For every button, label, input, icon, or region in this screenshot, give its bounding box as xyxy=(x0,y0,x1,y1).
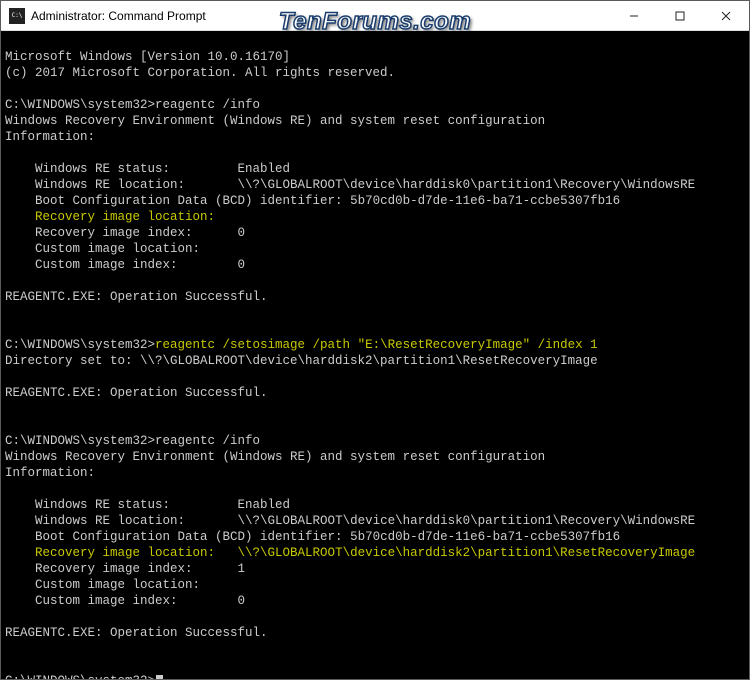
terminal-area[interactable]: Microsoft Windows [Version 10.0.16170] (… xyxy=(1,31,749,679)
label: Recovery image index: xyxy=(5,226,238,240)
value: 0 xyxy=(238,258,246,272)
label: Custom image index: xyxy=(5,258,238,272)
maximize-button[interactable] xyxy=(657,1,703,30)
blank xyxy=(5,402,13,416)
label: Windows RE location: xyxy=(5,178,238,192)
window-controls xyxy=(611,1,749,30)
current-prompt: C:\WINDOWS\system32> xyxy=(5,674,163,679)
re-status-row: Windows RE status: Enabled xyxy=(5,498,290,512)
command-text: reagentc /setosimage /path "E:\ResetReco… xyxy=(155,338,598,352)
blank xyxy=(5,370,13,384)
blank xyxy=(5,146,13,160)
info-label: Information: xyxy=(5,466,95,480)
bcd-row: Boot Configuration Data (BCD) identifier… xyxy=(5,530,620,544)
value: Enabled xyxy=(238,162,291,176)
maximize-icon xyxy=(675,11,685,21)
blank xyxy=(5,610,13,624)
bcd-row: Boot Configuration Data (BCD) identifier… xyxy=(5,194,620,208)
label: Windows RE status: xyxy=(5,498,238,512)
prompt: C:\WINDOWS\system32> xyxy=(5,434,155,448)
copyright-line: (c) 2017 Microsoft Corporation. All righ… xyxy=(5,66,395,80)
operation-result: REAGENTC.EXE: Operation Successful. xyxy=(5,626,268,640)
cmd-line-1: C:\WINDOWS\system32>reagentc /info xyxy=(5,98,260,112)
directory-set-line: Directory set to: \\?\GLOBALROOT\device\… xyxy=(5,354,598,368)
recovery-image-index-row: Recovery image index: 0 xyxy=(5,226,245,240)
re-location-row: Windows RE location: \\?\GLOBALROOT\devi… xyxy=(5,178,695,192)
cmd-line-2: C:\WINDOWS\system32>reagentc /setosimage… xyxy=(5,338,598,352)
version-line: Microsoft Windows [Version 10.0.16170] xyxy=(5,50,290,64)
value: 1 xyxy=(238,562,246,576)
label: Boot Configuration Data (BCD) identifier… xyxy=(5,530,350,544)
blank xyxy=(5,82,13,96)
label: Custom image index: xyxy=(5,594,238,608)
cursor xyxy=(156,675,163,679)
blank xyxy=(5,482,13,496)
value: \\?\GLOBALROOT\device\harddisk0\partitio… xyxy=(238,178,696,192)
info-label: Information: xyxy=(5,130,95,144)
value: 0 xyxy=(238,594,246,608)
prompt: C:\WINDOWS\system32> xyxy=(5,674,155,679)
cmd-icon xyxy=(9,8,25,24)
label: Custom image location: xyxy=(5,242,238,256)
close-button[interactable] xyxy=(703,1,749,30)
titlebar[interactable]: Administrator: Command Prompt xyxy=(1,1,749,31)
command-prompt-window: Administrator: Command Prompt Microsoft … xyxy=(0,0,750,680)
label: Recovery image location: xyxy=(5,210,238,224)
label: Custom image location: xyxy=(5,578,238,592)
label: Recovery image index: xyxy=(5,562,238,576)
value: 5b70cd0b-d7de-11e6-ba71-ccbe5307fb16 xyxy=(350,194,620,208)
custom-image-location-row: Custom image location: xyxy=(5,242,238,256)
value: \\?\GLOBALROOT\device\harddisk2\partitio… xyxy=(238,546,696,560)
blank xyxy=(5,418,13,432)
prompt: C:\WINDOWS\system32> xyxy=(5,338,155,352)
operation-result: REAGENTC.EXE: Operation Successful. xyxy=(5,386,268,400)
cmd-line-3: C:\WINDOWS\system32>reagentc /info xyxy=(5,434,260,448)
label: Recovery image location: xyxy=(5,546,238,560)
blank xyxy=(5,642,13,656)
re-location-row: Windows RE location: \\?\GLOBALROOT\devi… xyxy=(5,514,695,528)
close-icon xyxy=(721,11,731,21)
minimize-icon xyxy=(629,11,639,21)
command-text: reagentc /info xyxy=(155,434,260,448)
blank xyxy=(5,658,13,672)
minimize-button[interactable] xyxy=(611,1,657,30)
re-status-row: Windows RE status: Enabled xyxy=(5,162,290,176)
custom-image-index-row: Custom image index: 0 xyxy=(5,594,245,608)
recovery-image-index-row: Recovery image index: 1 xyxy=(5,562,245,576)
blank xyxy=(5,306,13,320)
value: \\?\GLOBALROOT\device\harddisk0\partitio… xyxy=(238,514,696,528)
value: 5b70cd0b-d7de-11e6-ba71-ccbe5307fb16 xyxy=(350,530,620,544)
operation-result: REAGENTC.EXE: Operation Successful. xyxy=(5,290,268,304)
custom-image-location-row: Custom image location: xyxy=(5,578,238,592)
custom-image-index-row: Custom image index: 0 xyxy=(5,258,245,272)
recovery-image-location-row: Recovery image location: xyxy=(5,210,238,224)
blank xyxy=(5,274,13,288)
recovery-image-location-row: Recovery image location: \\?\GLOBALROOT\… xyxy=(5,546,695,560)
blank xyxy=(5,322,13,336)
label: Windows RE status: xyxy=(5,162,238,176)
info-header: Windows Recovery Environment (Windows RE… xyxy=(5,450,545,464)
label: Windows RE location: xyxy=(5,514,238,528)
prompt: C:\WINDOWS\system32> xyxy=(5,98,155,112)
window-title: Administrator: Command Prompt xyxy=(31,9,611,23)
info-header: Windows Recovery Environment (Windows RE… xyxy=(5,114,545,128)
label: Boot Configuration Data (BCD) identifier… xyxy=(5,194,350,208)
command-text: reagentc /info xyxy=(155,98,260,112)
value: 0 xyxy=(238,226,246,240)
value: Enabled xyxy=(238,498,291,512)
